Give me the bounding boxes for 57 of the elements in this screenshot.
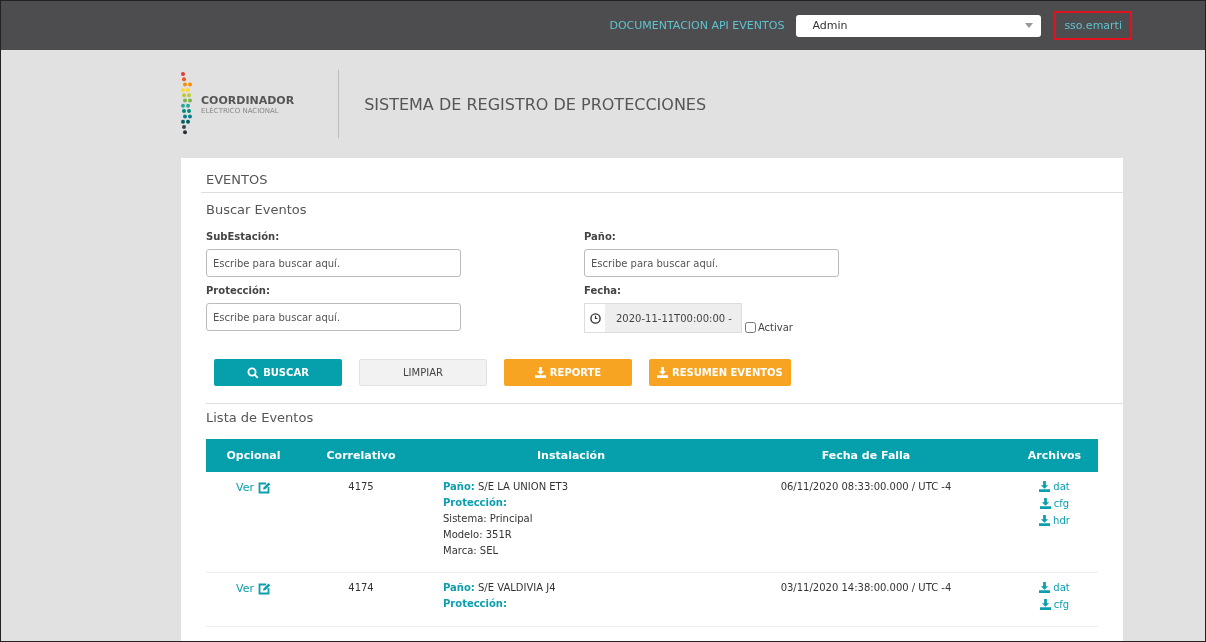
download-icon bbox=[1039, 599, 1051, 610]
bay-line: Paño: S/E VALDIVIA J4 bbox=[443, 582, 557, 593]
field-label: SubEstación: bbox=[206, 231, 281, 242]
field-label: Protección: bbox=[206, 285, 271, 296]
logo-name: COORDINADOR bbox=[201, 93, 295, 107]
table-cell: 03/11/2020 14:38:00.000 / UTC -4 bbox=[780, 582, 952, 593]
table-cell: 4174 bbox=[348, 582, 374, 593]
download-icon bbox=[1039, 582, 1051, 593]
view-link[interactable]: Ver bbox=[236, 481, 271, 494]
bay-line: Paño: S/E LA UNION ET3 bbox=[443, 481, 570, 492]
table-cell: 4175 bbox=[348, 481, 374, 492]
action-button[interactable]: RESUMEN EVENTOS bbox=[649, 359, 791, 386]
file-link[interactable]: dat bbox=[1039, 582, 1070, 593]
protection-label: Protección: bbox=[443, 598, 508, 609]
field-label: Fecha: bbox=[584, 285, 622, 296]
column-header: Archivos bbox=[1026, 449, 1083, 462]
protection-label: Protección: bbox=[443, 497, 508, 508]
checkbox-label: Activar bbox=[757, 322, 793, 333]
search-field[interactable]: Escribe para buscar aquí. bbox=[584, 249, 839, 277]
file-link[interactable]: cfg bbox=[1039, 498, 1070, 509]
download-icon bbox=[534, 367, 546, 378]
protection-detail: Marca: SEL bbox=[443, 545, 500, 556]
download-icon bbox=[657, 367, 668, 378]
download-icon bbox=[1039, 498, 1051, 509]
documentation-link[interactable]: DOCUMENTACION API EVENTOS bbox=[609, 19, 785, 32]
checkbox[interactable] bbox=[744, 322, 756, 333]
action-button[interactable]: BUSCAR bbox=[214, 359, 342, 386]
role-select[interactable]: Admin bbox=[796, 14, 1042, 37]
edit-icon bbox=[258, 582, 271, 595]
clock-icon bbox=[589, 312, 601, 324]
download-icon bbox=[1039, 515, 1051, 526]
column-header: Opcional bbox=[225, 449, 282, 462]
section-title: EVENTOS bbox=[201, 172, 1123, 193]
file-link[interactable]: dat bbox=[1039, 481, 1070, 492]
search-icon bbox=[247, 366, 260, 379]
protection-detail: Sistema: Principal bbox=[443, 513, 534, 524]
edit-icon bbox=[258, 481, 271, 494]
table-cell: 06/11/2020 08:33:00.000 / UTC -4 bbox=[780, 481, 952, 492]
app-title: SISTEMA DE REGISTRO DE PROTECCIONES bbox=[364, 94, 707, 114]
search-field[interactable]: Escribe para buscar aquí. bbox=[206, 303, 461, 331]
action-button[interactable]: LIMPIAR bbox=[359, 359, 487, 386]
caret-icon bbox=[1025, 23, 1034, 28]
search-field[interactable]: Escribe para buscar aquí. bbox=[206, 249, 461, 277]
list-title: Lista de Eventos bbox=[206, 403, 1123, 425]
user-link[interactable]: sso.emarti bbox=[1054, 11, 1132, 40]
date-field[interactable]: 2020-11-11T00:00:00 - bbox=[584, 303, 742, 333]
view-link[interactable]: Ver bbox=[236, 582, 271, 595]
column-header: Fecha de Falla bbox=[820, 449, 912, 462]
column-header: Correlativo bbox=[325, 449, 397, 462]
column-header: Instalación bbox=[536, 449, 606, 462]
search-title: Buscar Eventos bbox=[206, 202, 308, 217]
file-link[interactable]: hdr bbox=[1039, 515, 1070, 526]
action-button[interactable]: REPORTE bbox=[504, 359, 632, 386]
file-link[interactable]: cfg bbox=[1039, 599, 1070, 610]
protection-detail: Modelo: 351R bbox=[443, 529, 513, 540]
field-label: Paño: bbox=[584, 231, 617, 242]
download-icon bbox=[1039, 481, 1051, 492]
